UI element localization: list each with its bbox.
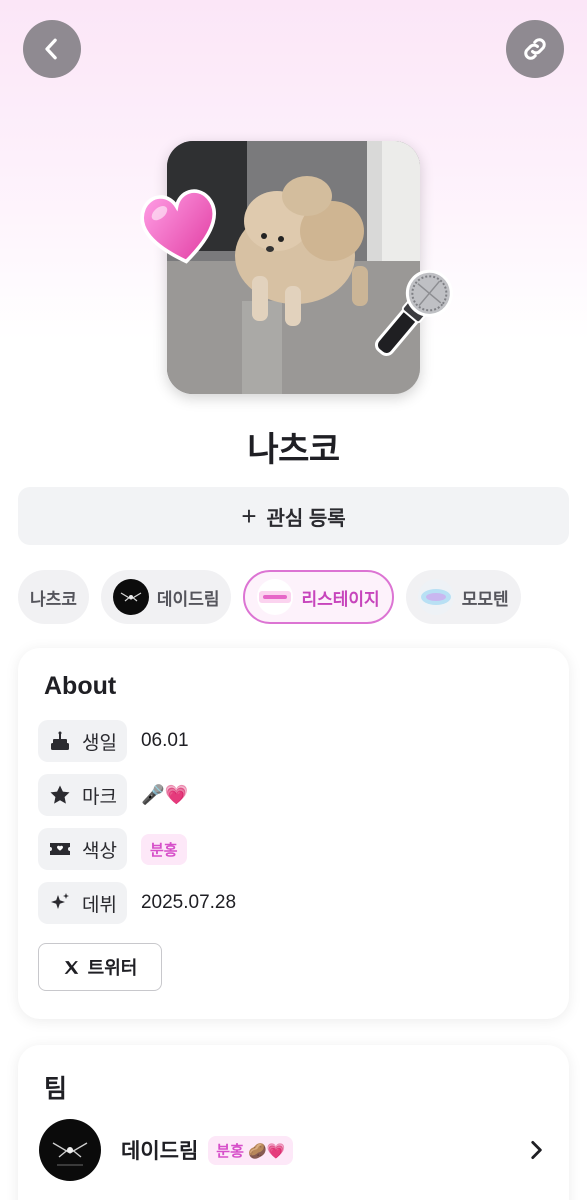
momoten-logo-icon — [417, 579, 454, 615]
debut-value: 2025.07.28 — [140, 892, 237, 913]
microphone-sticker-icon — [374, 269, 453, 356]
team-card: 팀 데이드림 분홍 🥔💗 — [18, 1045, 569, 1200]
share-link-button[interactable] — [506, 20, 564, 78]
link-icon — [524, 38, 546, 60]
chip-label: 리스테이지 — [301, 589, 380, 609]
about-row-debut: 데뷔 2025.07.28 — [38, 882, 236, 924]
team-title: 팀 — [44, 1075, 68, 1103]
team-name: 데이드림 — [121, 1140, 199, 1163]
follow-button-label: 관심 등록 — [266, 507, 346, 530]
chip-momoten[interactable]: 모모텐 — [405, 570, 521, 624]
profile-avatar-area — [140, 141, 453, 394]
chip-label: 데이드림 — [156, 589, 220, 609]
about-row-birthday: 생일 06.01 — [38, 720, 189, 762]
color-label: 색상 — [38, 828, 127, 870]
cake-icon — [51, 731, 69, 750]
back-button[interactable] — [23, 20, 81, 78]
about-row-mark: 마크 🎤💗 — [38, 774, 188, 816]
chip-natsuko[interactable]: 나츠코 — [18, 570, 89, 624]
star-icon — [50, 785, 70, 804]
about-card: About 생일 06.01 마크 🎤💗 색상 분홍 데뷔 2025.07.28… — [18, 648, 569, 1019]
debut-label: 데뷔 — [38, 882, 127, 924]
restage-logo-icon — [257, 579, 294, 615]
group-chip-list: 나츠코 데이드림 리스테이지 모모텐 — [18, 570, 521, 624]
heart-sticker-icon — [140, 189, 216, 264]
daydream-team-logo-icon — [39, 1119, 101, 1181]
mark-value: 🎤💗 — [140, 785, 189, 806]
daydream-logo-icon — [112, 579, 149, 615]
chip-restage[interactable]: 리스테이지 — [243, 570, 394, 624]
about-title: About — [44, 672, 117, 700]
sparkle-icon — [51, 893, 69, 909]
team-row[interactable]: 데이드림 분홍 🥔💗 — [39, 1118, 549, 1182]
follow-button[interactable]: + 관심 등록 — [18, 487, 569, 545]
x-logo-icon — [64, 960, 78, 974]
chevron-right-icon — [531, 1141, 542, 1159]
ticket-icon — [50, 843, 70, 855]
plus-icon: + — [241, 501, 257, 531]
chip-label: 나츠코 — [30, 589, 77, 609]
about-row-color: 색상 분홍 — [38, 828, 187, 870]
chip-daydream[interactable]: 데이드림 — [100, 570, 232, 624]
mark-label: 마크 — [38, 774, 127, 816]
chevron-left-icon — [45, 38, 57, 60]
team-badge: 분홍 🥔💗 — [208, 1135, 294, 1165]
profile-name: 나츠코 — [247, 431, 340, 469]
birthday-value: 06.01 — [140, 730, 189, 751]
color-badge: 분홍 — [140, 833, 187, 865]
birthday-label: 생일 — [38, 720, 127, 762]
chip-label: 모모텐 — [461, 589, 509, 609]
twitter-button[interactable]: 트위터 — [38, 943, 162, 991]
